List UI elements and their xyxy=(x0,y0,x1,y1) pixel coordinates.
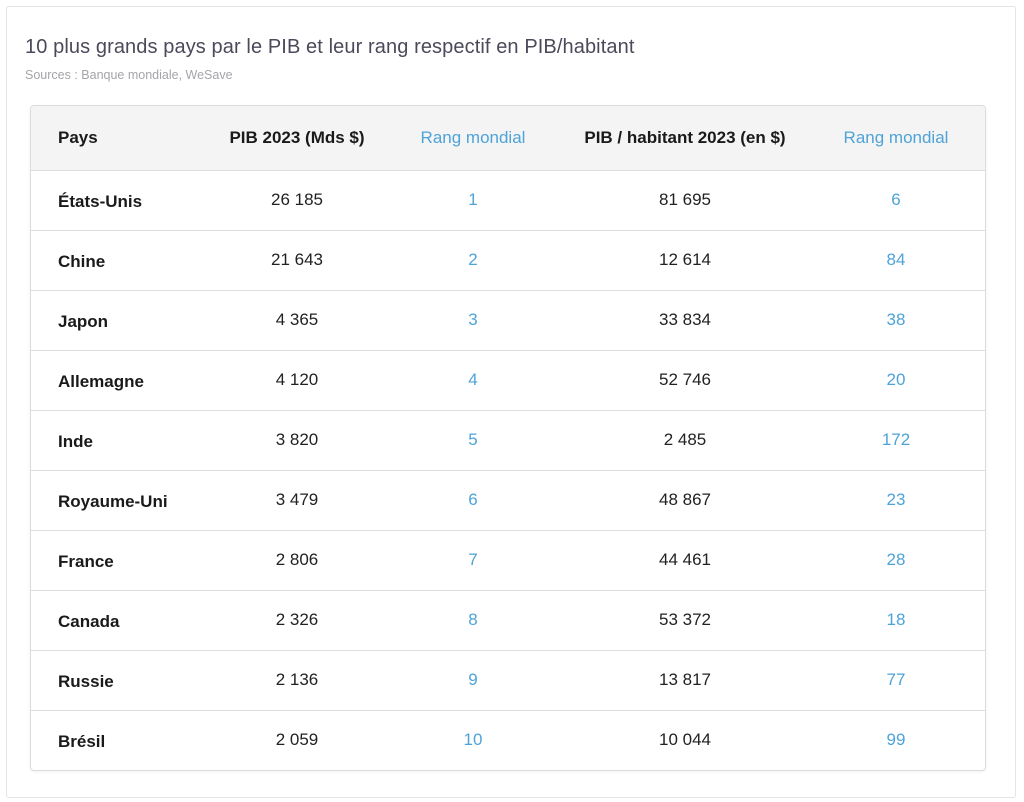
country-cell: Allemagne xyxy=(58,372,144,391)
per-capita-rank-cell: 84 xyxy=(886,250,906,269)
gdp-rank-cell: 4 xyxy=(468,370,478,389)
per-capita-rank-cell: 18 xyxy=(886,610,906,629)
gdp-table: Pays PIB 2023 (Mds $) Rang mondial PIB /… xyxy=(31,106,985,770)
gdp-rank-cell: 8 xyxy=(468,610,478,629)
gdp-per-capita-cell: 52 746 xyxy=(659,370,711,389)
table-header-row: Pays PIB 2023 (Mds $) Rang mondial PIB /… xyxy=(31,106,985,170)
gdp-table-container: Pays PIB 2023 (Mds $) Rang mondial PIB /… xyxy=(30,105,986,771)
gdp-per-capita-cell: 13 817 xyxy=(659,670,711,689)
table-row: Allemagne 4 120 4 52 746 20 xyxy=(31,350,985,410)
gdp-cell: 26 185 xyxy=(271,190,323,209)
gdp-per-capita-cell: 53 372 xyxy=(659,610,711,629)
gdp-cell: 2 136 xyxy=(275,670,319,689)
table-row: Chine 21 643 2 12 614 84 xyxy=(31,230,985,290)
country-cell: Canada xyxy=(58,612,120,631)
gdp-cell: 4 120 xyxy=(275,370,319,389)
column-header-gdp-rank: Rang mondial xyxy=(420,127,526,147)
country-cell: États-Unis xyxy=(58,192,143,211)
country-cell: Chine xyxy=(58,252,106,271)
gdp-rank-cell: 1 xyxy=(468,190,478,209)
per-capita-rank-cell: 77 xyxy=(886,670,906,689)
column-header-country: Pays xyxy=(58,127,98,147)
table-row: Japon 4 365 3 33 834 38 xyxy=(31,290,985,350)
gdp-cell: 3 820 xyxy=(275,430,319,449)
table-row: États-Unis 26 185 1 81 695 6 xyxy=(31,170,985,230)
per-capita-rank-cell: 6 xyxy=(891,190,901,209)
gdp-cell: 21 643 xyxy=(271,250,323,269)
gdp-per-capita-cell: 12 614 xyxy=(659,250,711,269)
gdp-cell: 3 479 xyxy=(275,490,319,509)
table-row: Brésil 2 059 10 10 044 99 xyxy=(31,710,985,770)
gdp-per-capita-cell: 2 485 xyxy=(663,430,707,449)
country-cell: Inde xyxy=(58,432,93,451)
table-row: Inde 3 820 5 2 485 172 xyxy=(31,410,985,470)
column-header-per-capita-rank: Rang mondial xyxy=(843,127,949,147)
column-header-gdp: PIB 2023 (Mds $) xyxy=(229,127,365,147)
per-capita-rank-cell: 28 xyxy=(886,550,906,569)
gdp-rank-cell: 9 xyxy=(468,670,478,689)
per-capita-rank-cell: 23 xyxy=(886,490,906,509)
table-body: États-Unis 26 185 1 81 695 6 Chine 21 64… xyxy=(31,170,985,770)
gdp-per-capita-cell: 44 461 xyxy=(659,550,711,569)
country-cell: Russie xyxy=(58,672,114,691)
per-capita-rank-cell: 20 xyxy=(886,370,906,389)
per-capita-rank-cell: 172 xyxy=(881,430,911,449)
gdp-rank-cell: 2 xyxy=(468,250,478,269)
per-capita-rank-cell: 99 xyxy=(886,730,906,750)
gdp-cell: 2 326 xyxy=(275,610,319,629)
gdp-cell: 2 806 xyxy=(275,550,319,569)
country-cell: Brésil xyxy=(58,732,106,752)
gdp-rank-cell: 6 xyxy=(468,490,478,509)
table-row: Canada 2 326 8 53 372 18 xyxy=(31,590,985,650)
table-row: Royaume-Uni 3 479 6 48 867 23 xyxy=(31,470,985,530)
table-row: Russie 2 136 9 13 817 77 xyxy=(31,650,985,710)
gdp-per-capita-cell: 48 867 xyxy=(659,490,711,509)
page-title: 10 plus grands pays par le PIB et leur r… xyxy=(25,36,635,58)
gdp-rank-cell: 5 xyxy=(468,430,478,449)
gdp-per-capita-cell: 81 695 xyxy=(659,190,711,209)
gdp-rank-cell: 10 xyxy=(463,730,483,750)
gdp-per-capita-cell: 33 834 xyxy=(659,310,711,329)
country-cell: Japon xyxy=(58,312,109,331)
gdp-rank-cell: 7 xyxy=(468,550,478,569)
sources-caption: Sources : Banque mondiale, WeSave xyxy=(25,68,233,82)
gdp-cell: 4 365 xyxy=(275,310,319,329)
country-cell: Royaume-Uni xyxy=(58,492,168,511)
table-row: France 2 806 7 44 461 28 xyxy=(31,530,985,590)
gdp-per-capita-cell: 10 044 xyxy=(659,730,711,750)
gdp-cell: 2 059 xyxy=(275,730,319,750)
column-header-gdp-per-capita: PIB / habitant 2023 (en $) xyxy=(584,127,786,147)
country-cell: France xyxy=(58,552,114,571)
gdp-rank-cell: 3 xyxy=(468,310,478,329)
per-capita-rank-cell: 38 xyxy=(886,310,906,329)
